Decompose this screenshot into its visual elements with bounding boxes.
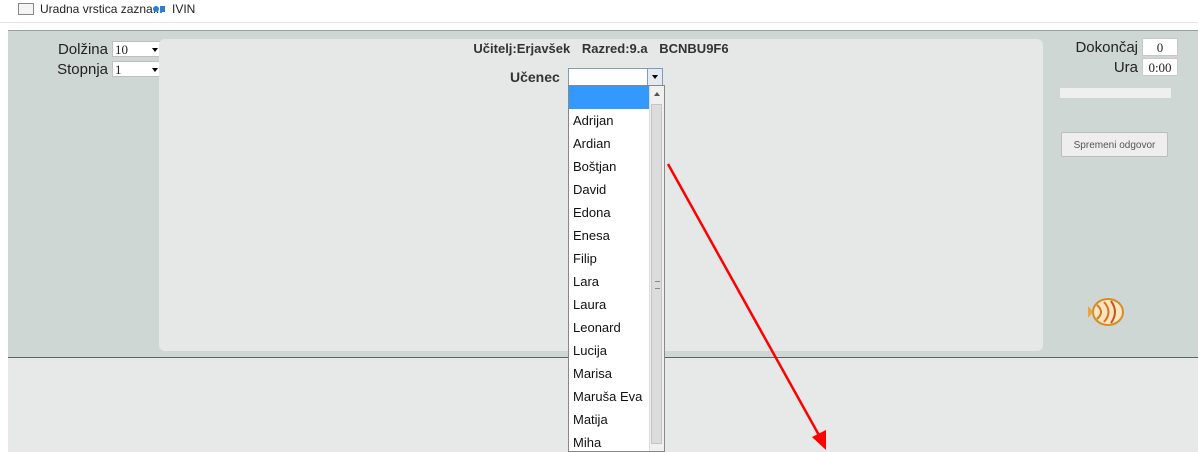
student-option[interactable]: Filip	[569, 247, 650, 270]
bookmark-ivin[interactable]: IVIN	[152, 2, 195, 16]
session-header: Učitelj:Erjavšek Razred:9.a BCNBU9F6	[159, 41, 1043, 56]
scroll-up-icon[interactable]	[654, 92, 660, 96]
level-label: Stopnja	[57, 60, 108, 78]
level-select[interactable]: 1	[112, 61, 162, 77]
student-option[interactable]: Adrijan	[569, 109, 650, 132]
length-label: Dolžina	[57, 40, 108, 58]
status-controls: Dokončaj 0 Ura 0:00	[1068, 37, 1178, 77]
bookmark-uradna[interactable]: Uradna vrstica zazna...	[18, 2, 163, 16]
student-option[interactable]: Maruša Eva	[569, 385, 650, 408]
dropdown-scrollbar[interactable]	[649, 86, 664, 451]
finish-row: Dokončaj 0	[1068, 37, 1178, 57]
student-select[interactable]	[568, 68, 663, 86]
finish-count: 0	[1142, 38, 1178, 56]
chevron-down-icon	[152, 68, 158, 72]
student-label: Učenec	[510, 69, 560, 85]
student-option[interactable]: Marisa	[569, 362, 650, 385]
dropdown-options: Adrijan Ardian Boštjan David Edona Enesa Filip…	[569, 86, 650, 451]
student-option[interactable]: Leonard	[569, 316, 650, 339]
finish-label: Dokončaj	[1075, 38, 1138, 56]
length-select[interactable]: 10	[112, 41, 162, 57]
bookmarks-bar: Uradna vrstica zazna... IVIN	[0, 0, 1198, 23]
student-option[interactable]: Miha	[569, 431, 650, 451]
scrollbar-thumb[interactable]	[651, 104, 662, 444]
student-option[interactable]: Laura	[569, 293, 650, 316]
student-option[interactable]: David	[569, 178, 650, 201]
student-option[interactable]: Ardian	[569, 132, 650, 155]
time-label: Ura	[1113, 58, 1138, 76]
student-dropdown-list[interactable]: Adrijan Ardian Boštjan David Edona Enesa Filip…	[568, 85, 665, 452]
time-display: 0:00	[1142, 58, 1178, 76]
change-answer-button[interactable]: Spremeni odgovor	[1061, 132, 1168, 157]
student-option[interactable]: Enesa	[569, 224, 650, 247]
student-option[interactable]	[569, 86, 650, 109]
chevron-down-icon	[652, 75, 658, 79]
document-icon	[18, 3, 34, 15]
bookmark-label: IVIN	[172, 2, 196, 16]
class-label: Razred:9.a	[581, 41, 648, 56]
chevron-down-icon	[152, 48, 158, 52]
session-code: BCNBU9F6	[659, 41, 729, 56]
student-option[interactable]: Boštjan	[569, 155, 650, 178]
level-row: Stopnja 1	[46, 59, 162, 79]
fish-mascot-icon	[1088, 298, 1124, 326]
student-option[interactable]: Matija	[569, 408, 650, 431]
teacher-label: Učitelj:Erjavšek	[473, 41, 571, 56]
bookmark-label: Uradna vrstica zazna...	[40, 2, 163, 16]
progress-bar	[1059, 87, 1172, 99]
student-option[interactable]: Lucija	[569, 339, 650, 362]
ivin-logo-icon	[153, 6, 165, 12]
grip-icon	[655, 281, 660, 289]
length-row: Dolžina 10	[46, 39, 162, 59]
student-option[interactable]: Edona	[569, 201, 650, 224]
student-select-button[interactable]	[647, 69, 662, 85]
settings-controls: Dolžina 10 Stopnja 1	[46, 39, 162, 79]
student-option[interactable]: Lara	[569, 270, 650, 293]
time-row: Ura 0:00	[1068, 57, 1178, 77]
